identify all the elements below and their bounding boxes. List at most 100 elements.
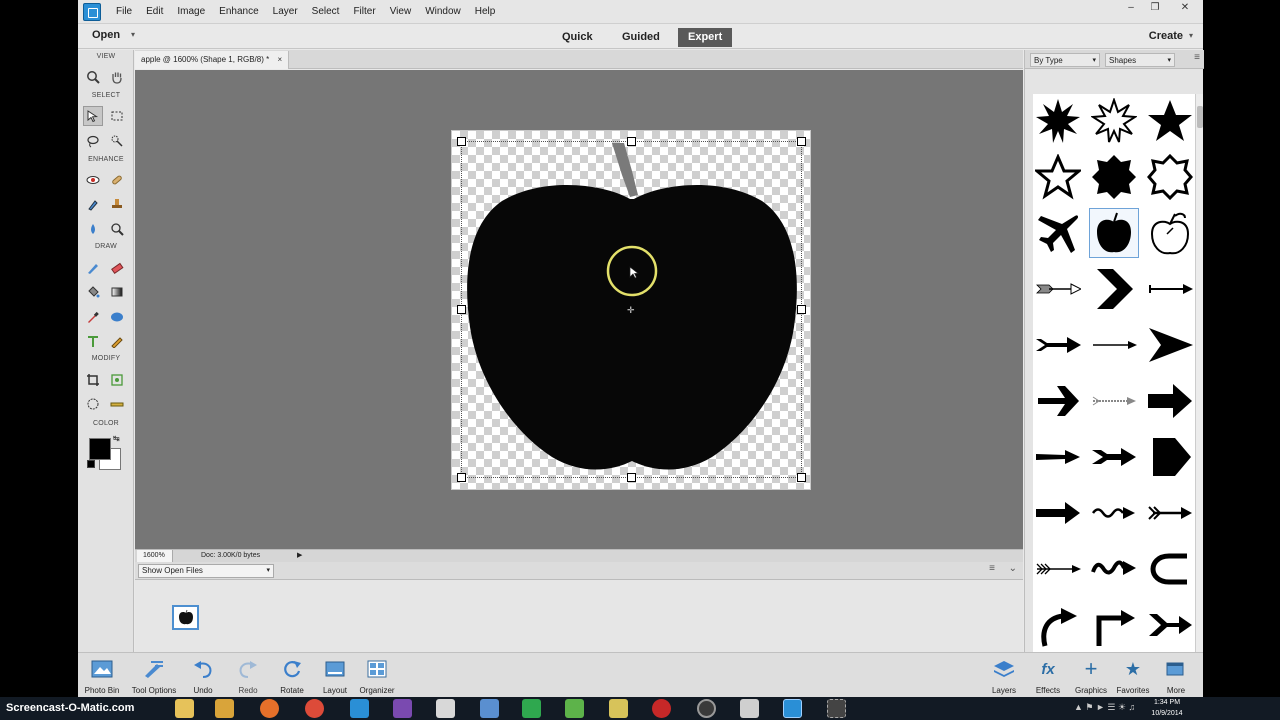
move-tool-icon[interactable] <box>83 106 103 126</box>
shapes-library-select[interactable]: Shapes ▾ <box>1105 53 1175 67</box>
triangle-arrow-shape-icon[interactable] <box>1145 320 1195 370</box>
maximize-button[interactable]: ❐ <box>1143 0 1167 16</box>
tail-arrow-shape-icon[interactable] <box>1145 488 1195 538</box>
handle-middle-right[interactable] <box>797 305 806 314</box>
shapes-scroll-thumb[interactable] <box>1197 106 1203 128</box>
app-logo-icon[interactable] <box>83 2 101 21</box>
tool-options-button[interactable]: Tool Options <box>127 657 181 695</box>
shapes-panel-menu-icon[interactable]: ≡ <box>1194 52 1200 63</box>
curved-arrow-shape-icon[interactable] <box>1033 600 1083 650</box>
blur-tool-icon[interactable] <box>83 219 103 239</box>
menu-layer[interactable]: Layer <box>266 0 305 24</box>
handle-top-center[interactable] <box>627 137 636 146</box>
tab-expert[interactable]: Expert <box>678 28 733 47</box>
photo-bin-button[interactable]: Photo Bin <box>75 657 129 695</box>
elements-editor-taskbar-icon[interactable] <box>350 699 369 718</box>
menu-enhance[interactable]: Enhance <box>212 0 265 24</box>
menu-file[interactable]: File <box>109 0 139 24</box>
lasso-tool-icon[interactable] <box>83 131 103 151</box>
shape-tool-icon[interactable] <box>107 307 127 327</box>
artboard[interactable]: ✛ <box>451 130 811 490</box>
close-document-icon[interactable]: × <box>277 55 282 64</box>
acrobat-taskbar-icon[interactable] <box>652 699 671 718</box>
double-notch-arrow-shape-icon[interactable] <box>1089 432 1139 482</box>
open-dropdown-icon[interactable]: ▾ <box>131 30 135 39</box>
star-shape-icon[interactable] <box>1145 96 1195 146</box>
shapes-scrollbar[interactable] <box>1195 94 1203 652</box>
feather-arrow-shape-icon[interactable] <box>1033 264 1083 314</box>
paint-taskbar-icon[interactable] <box>480 699 499 718</box>
dotted-arrow-shape-icon[interactable] <box>1089 376 1139 426</box>
handle-bottom-center[interactable] <box>627 473 636 482</box>
taskbar-clock[interactable]: 1:34 PM 10/9/2014 <box>1145 697 1189 719</box>
create-dropdown-icon[interactable]: ▾ <box>1189 31 1193 40</box>
swallowtail-arrow-shape-icon[interactable] <box>1145 600 1195 650</box>
zoom-level-field[interactable]: 1600% <box>137 550 173 562</box>
healing-brush-icon[interactable] <box>107 170 127 190</box>
block-arrow-outline-shape-icon[interactable] <box>1033 376 1083 426</box>
content-aware-move-icon[interactable] <box>83 394 103 414</box>
elements-active-taskbar-icon[interactable] <box>783 699 802 718</box>
hand-tool-icon[interactable] <box>107 67 127 87</box>
menu-edit[interactable]: Edit <box>139 0 170 24</box>
corner-arrow-shape-icon[interactable] <box>1089 600 1139 650</box>
foreground-color-swatch[interactable] <box>89 438 111 460</box>
close-window-button[interactable]: ✕ <box>1167 0 1203 16</box>
handle-bottom-left[interactable] <box>457 473 466 482</box>
seal-outline-shape-icon[interactable] <box>1145 152 1195 202</box>
marquee-tool-icon[interactable] <box>107 106 127 126</box>
type-tool-icon[interactable] <box>83 331 103 351</box>
chrome-taskbar-icon[interactable] <box>305 699 324 718</box>
sketch-taskbar-icon[interactable] <box>436 699 455 718</box>
open-file-thumbnail[interactable] <box>172 605 199 630</box>
photo-bin-menu-icon[interactable]: ≡ <box>989 563 995 574</box>
chevron-shape-icon[interactable] <box>1089 264 1139 314</box>
firefox-taskbar-icon[interactable] <box>260 699 279 718</box>
status-menu-icon[interactable]: ▶ <box>297 550 302 562</box>
default-colors-icon[interactable] <box>87 460 95 468</box>
gradient-tool-icon[interactable] <box>107 282 127 302</box>
open-button[interactable]: Open <box>92 29 120 41</box>
paint-bucket-icon[interactable] <box>83 282 103 302</box>
fletched-arrow-shape-icon[interactable] <box>1033 544 1083 594</box>
clone-stamp-icon[interactable] <box>107 194 127 214</box>
brush-tool-icon[interactable] <box>83 258 103 278</box>
thin-arrow-shape-icon[interactable] <box>1145 264 1195 314</box>
folder-taskbar-icon[interactable] <box>609 699 628 718</box>
recompose-tool-icon[interactable] <box>107 370 127 390</box>
screen-capture-taskbar-icon[interactable] <box>827 699 846 718</box>
menu-help[interactable]: Help <box>468 0 503 24</box>
eraser-tool-icon[interactable] <box>107 258 127 278</box>
block-arrow-shape-icon[interactable] <box>1145 376 1195 426</box>
minimize-button[interactable]: – <box>1119 0 1143 16</box>
menu-filter[interactable]: Filter <box>346 0 382 24</box>
tab-quick[interactable]: Quick <box>552 28 603 47</box>
document-tab[interactable]: apple @ 1600% (Shape 1, RGB/8) * × <box>135 51 290 69</box>
publisher-taskbar-icon[interactable] <box>522 699 541 718</box>
quick-selection-tool-icon[interactable] <box>107 131 127 151</box>
line-arrow-shape-icon[interactable] <box>1089 320 1139 370</box>
tools-taskbar-icon[interactable] <box>740 699 759 718</box>
menu-image[interactable]: Image <box>170 0 212 24</box>
starburst-shape-icon[interactable] <box>1033 96 1083 146</box>
smart-brush-icon[interactable] <box>83 194 103 214</box>
bold-arrow-shape-icon[interactable] <box>1033 488 1083 538</box>
handle-top-left[interactable] <box>457 137 466 146</box>
u-turn-arrow-shape-icon[interactable] <box>1145 544 1195 594</box>
menu-view[interactable]: View <box>383 0 419 24</box>
create-button[interactable]: Create <box>1149 30 1183 42</box>
photo-bin-collapse-icon[interactable]: ⌄ <box>1009 563 1017 574</box>
more-button[interactable]: More <box>1149 657 1203 695</box>
pivot-point-icon[interactable]: ✛ <box>627 305 635 316</box>
apple-outline-shape-icon[interactable] <box>1145 208 1195 258</box>
onenote-taskbar-icon[interactable] <box>393 699 412 718</box>
media-taskbar-icon[interactable] <box>215 699 234 718</box>
squiggle-arrow-shape-icon[interactable] <box>1089 544 1139 594</box>
crop-tool-icon[interactable] <box>83 370 103 390</box>
apple-shape-icon[interactable] <box>1089 208 1139 258</box>
dart-arrow-shape-icon[interactable] <box>1033 432 1083 482</box>
explorer-taskbar-icon[interactable] <box>175 699 194 718</box>
sponge-tool-icon[interactable] <box>107 219 127 239</box>
eyedropper-tool-icon[interactable] <box>83 307 103 327</box>
menu-select[interactable]: Select <box>305 0 347 24</box>
